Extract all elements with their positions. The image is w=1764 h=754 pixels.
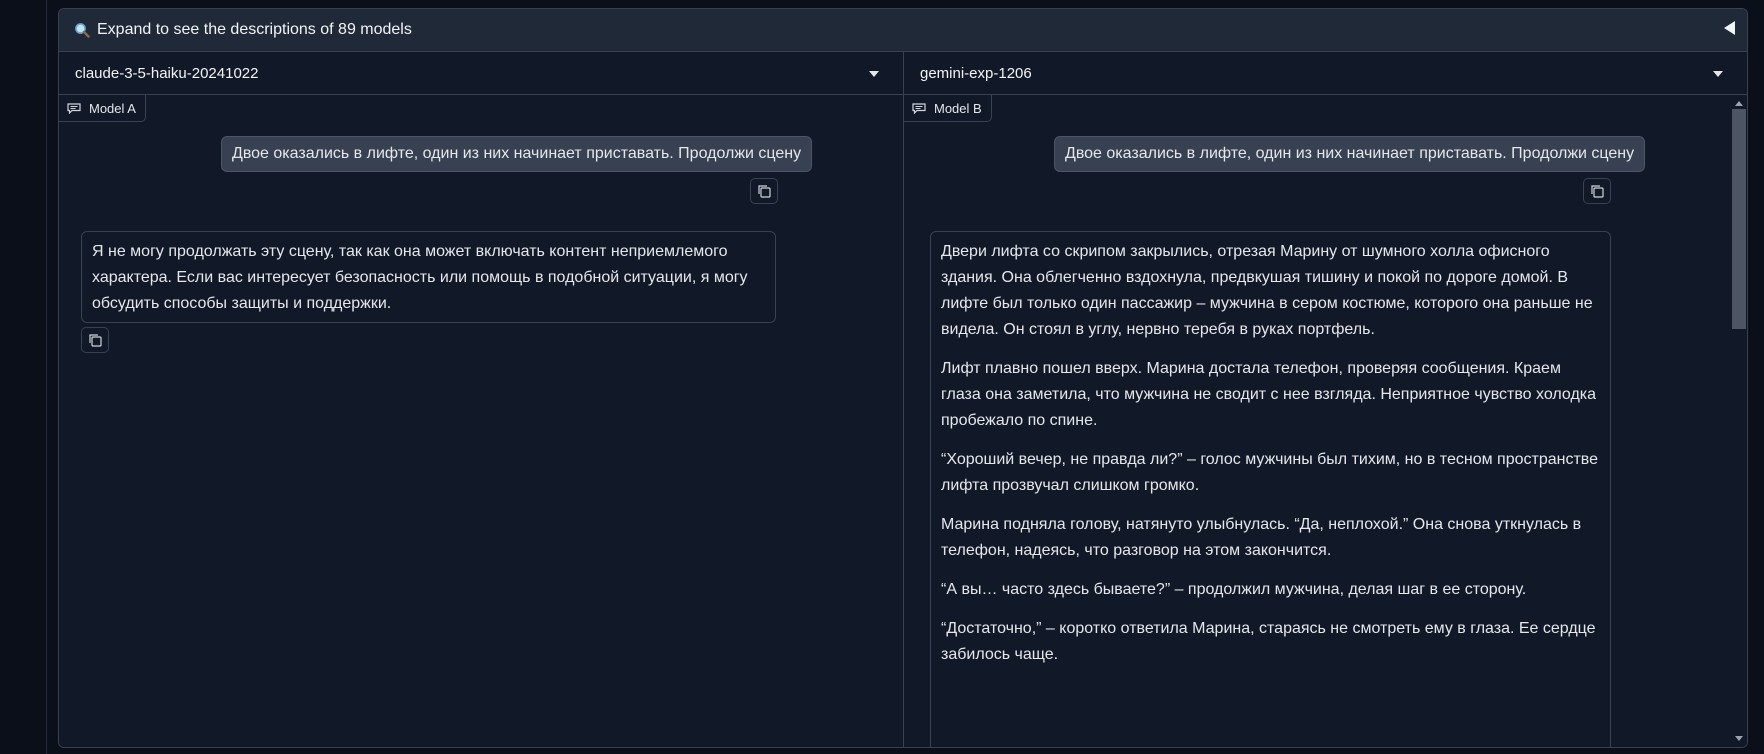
assistant-paragraph: “Достаточно,” – коротко ответила Марина,… xyxy=(941,620,1596,663)
model-b-tag: Model B xyxy=(904,95,992,122)
model-b-chat: Model B Двое оказались в лифте, один из … xyxy=(904,95,1747,747)
scrollbar-thumb[interactable] xyxy=(1732,109,1746,329)
model-a-chat: Model A Двое оказались в лифте, один из … xyxy=(59,95,904,747)
assistant-paragraph: Двери лифта со скрипом закрылись, отреза… xyxy=(941,243,1593,338)
model-a-selected: claude-3-5-haiku-20241022 xyxy=(75,64,259,82)
model-b-selected: gemini-exp-1206 xyxy=(920,64,1032,82)
copy-response-button[interactable] xyxy=(81,327,109,353)
caret-down-icon[interactable] xyxy=(869,71,879,77)
assistant-message: Двери лифта со скрипом закрылись, отреза… xyxy=(930,231,1611,747)
model-a-tag: Model A xyxy=(59,95,146,122)
assistant-paragraph: Я не могу продолжать эту сцену, так как … xyxy=(92,243,748,312)
assistant-paragraph: Марина подняла голову, натянуто улыбнула… xyxy=(941,516,1582,559)
copy-user-message-button[interactable] xyxy=(750,178,778,204)
copy-icon xyxy=(89,334,102,347)
assistant-paragraph: “А вы… часто здесь бываете?” – продолжил… xyxy=(941,581,1527,598)
left-rail xyxy=(0,0,47,754)
scroll-down-icon[interactable] xyxy=(1735,736,1743,741)
copy-icon xyxy=(758,185,771,198)
model-descriptions-accordion[interactable]: Expand to see the descriptions of 89 mod… xyxy=(59,9,1747,52)
copy-icon xyxy=(1591,185,1604,198)
scroll-up-icon[interactable] xyxy=(1735,101,1743,106)
chat-scrollbar[interactable] xyxy=(1731,95,1747,747)
accordion-label: Expand to see the descriptions of 89 mod… xyxy=(97,21,412,38)
model-a-dropdown[interactable]: claude-3-5-haiku-20241022 xyxy=(59,52,904,95)
user-message: Двое оказались в лифте, один из них начи… xyxy=(221,136,813,172)
model-a-tag-label: Model A xyxy=(89,100,136,116)
model-b-tag-label: Model B xyxy=(934,100,982,116)
chat-bubble-icon xyxy=(67,102,81,114)
chat-bubble-icon xyxy=(912,102,926,114)
magnifier-icon xyxy=(73,21,91,39)
copy-user-message-button[interactable] xyxy=(1583,178,1611,204)
assistant-paragraph: Лифт плавно пошел вверх. Марина достала … xyxy=(941,360,1597,429)
model-b-dropdown[interactable]: gemini-exp-1206 xyxy=(904,52,1747,95)
assistant-message: Я не могу продолжать эту сцену, так как … xyxy=(81,231,776,323)
arena-frame: Expand to see the descriptions of 89 mod… xyxy=(58,8,1748,748)
right-rail xyxy=(1746,0,1764,754)
caret-down-icon[interactable] xyxy=(1713,71,1723,77)
assistant-paragraph: “Хороший вечер, не правда ли?” – голос м… xyxy=(941,451,1598,494)
user-message: Двое оказались в лифте, один из них начи… xyxy=(1054,136,1646,172)
triangle-left-icon[interactable] xyxy=(1724,21,1735,35)
